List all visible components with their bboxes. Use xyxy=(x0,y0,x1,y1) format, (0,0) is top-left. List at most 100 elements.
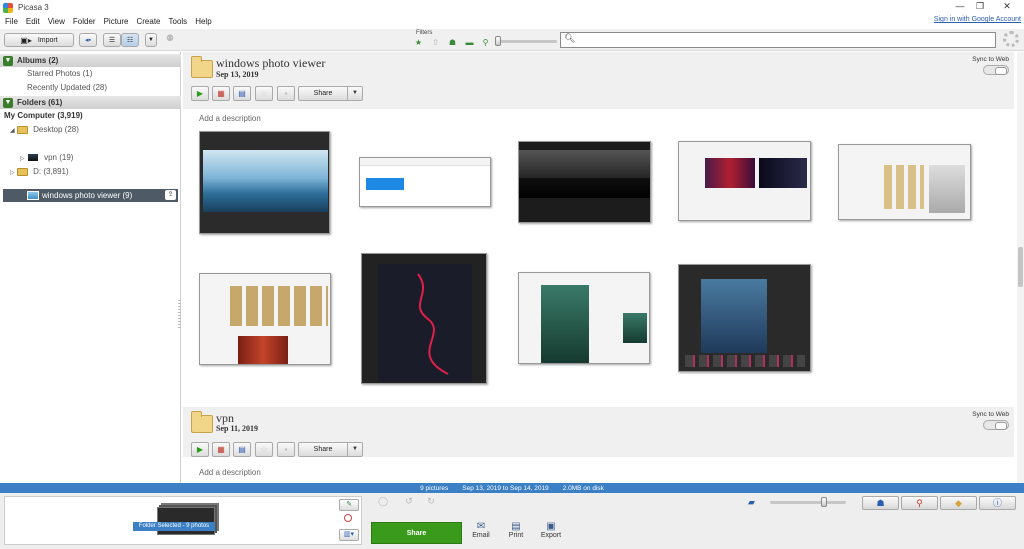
location-filter-icon[interactable]: ⚲ xyxy=(480,38,491,48)
loading-spinner-icon xyxy=(1003,31,1019,47)
status-range: Sep 13, 2019 to Sep 14, 2019 xyxy=(462,484,549,492)
photo-thumbnail[interactable] xyxy=(518,272,650,364)
print-icon: ▤ xyxy=(511,521,521,532)
places-panel-button[interactable]: ⚲ xyxy=(901,496,938,510)
detail-view-button[interactable]: ☷ xyxy=(121,33,139,47)
menu-folder[interactable]: Folder xyxy=(73,17,96,26)
starred-filter-icon[interactable]: ★ xyxy=(413,38,424,48)
photo-content xyxy=(884,165,924,209)
sign-in-link[interactable]: Sign in with Google Account xyxy=(934,16,1021,23)
view-dropdown-button[interactable]: ▼ xyxy=(145,33,157,47)
close-icon[interactable]: ✕ xyxy=(995,1,1019,12)
folder-title[interactable]: windows photo viewer xyxy=(216,56,325,71)
thumbnail-size-thumb[interactable] xyxy=(821,497,827,507)
share-dropdown-button[interactable]: ▼ xyxy=(348,442,363,457)
upload-button[interactable]: ◂▪ xyxy=(79,33,97,47)
tree-desktop[interactable]: ◢ Desktop (28) xyxy=(10,125,79,134)
list-view-button[interactable]: ☰ xyxy=(103,33,121,47)
rotate-right-icon[interactable]: ↻ xyxy=(422,496,440,510)
list-view-icon: ☰ xyxy=(108,37,116,44)
play-slideshow-button[interactable]: ▶ xyxy=(191,86,209,101)
panel-splitter[interactable] xyxy=(178,300,181,330)
save-button[interactable]: ▪ xyxy=(277,86,295,101)
photo-thumbnail[interactable] xyxy=(678,264,811,372)
play-slideshow-button[interactable]: ▶ xyxy=(191,442,209,457)
email-icon: ✉ xyxy=(476,521,486,532)
album-recently-updated[interactable]: Recently Updated (28) xyxy=(27,83,107,92)
photo-thumbnail[interactable] xyxy=(518,141,651,223)
scrollbar-thumb[interactable] xyxy=(1018,247,1023,287)
movie-button[interactable]: ▤ xyxy=(233,86,251,101)
expand-arrow-icon[interactable]: ▷ xyxy=(10,170,15,176)
tray-share-button[interactable]: Share xyxy=(371,522,462,544)
video-filter-icon[interactable]: ▬ xyxy=(464,38,475,48)
folder-icon xyxy=(191,411,213,433)
thumbnail-size-slider[interactable] xyxy=(770,501,846,504)
collage-button[interactable]: ▦ xyxy=(212,86,230,101)
email-button[interactable]: ✉ Email xyxy=(461,521,501,539)
collapse-icon[interactable]: ▼ xyxy=(3,55,13,66)
photo-thumbnail[interactable] xyxy=(361,253,487,384)
save-button[interactable]: ▪ xyxy=(277,442,295,457)
clear-icon[interactable] xyxy=(344,514,352,522)
albums-header[interactable]: ▼ Albums (2) xyxy=(0,54,181,67)
menu-picture[interactable]: Picture xyxy=(104,17,129,26)
share-dropdown-button[interactable]: ▼ xyxy=(348,86,363,101)
sync-to-web-toggle[interactable] xyxy=(983,420,1009,430)
photo-thumbnail[interactable] xyxy=(678,141,811,221)
hold-button[interactable]: ✎ xyxy=(339,499,359,511)
menu-create[interactable]: Create xyxy=(136,17,160,26)
album-icon: ▥▾ xyxy=(343,531,355,538)
tree-selected-row[interactable]: windows photo viewer (9) ⇪ xyxy=(3,189,178,202)
expand-arrow-icon[interactable]: ▷ xyxy=(20,156,25,162)
vertical-scrollbar[interactable] xyxy=(1017,52,1024,483)
menu-help[interactable]: Help xyxy=(195,17,211,26)
tree-my-computer[interactable]: My Computer (3,919) xyxy=(4,111,83,120)
add-description[interactable]: Add a description xyxy=(199,114,261,123)
photo-thumbnail[interactable] xyxy=(199,273,331,365)
people-icon[interactable]: ⚉ xyxy=(166,33,174,44)
expand-arrow-icon[interactable]: ◢ xyxy=(10,128,15,134)
photo-thumbnail[interactable] xyxy=(838,144,971,220)
date-slider-track[interactable] xyxy=(497,40,557,43)
photo-thumbnail[interactable] xyxy=(199,131,330,234)
print-button[interactable]: ▤ Print xyxy=(496,521,536,539)
collage-button[interactable]: ▦ xyxy=(212,442,230,457)
movie-button[interactable]: ▤ xyxy=(233,442,251,457)
menu-file[interactable]: File xyxy=(5,17,18,26)
star-button[interactable]: ☆ xyxy=(255,442,273,457)
star-button[interactable]: ☆ xyxy=(255,86,273,101)
upload-filter-icon[interactable]: ⇧ xyxy=(430,38,441,48)
share-button[interactable]: Share xyxy=(298,442,348,457)
album-add-button[interactable]: ▥▾ xyxy=(339,529,359,541)
share-button[interactable]: Share xyxy=(298,86,348,101)
camera-icon[interactable]: ◯ xyxy=(374,496,392,510)
rotate-left-icon[interactable]: ↺ xyxy=(400,496,418,510)
menu-view[interactable]: View xyxy=(48,17,65,26)
photo-content xyxy=(378,264,472,382)
tree-vpn[interactable]: ▷ vpn (19) xyxy=(20,153,74,163)
folders-header[interactable]: ▼ Folders (61) xyxy=(0,96,181,109)
tags-panel-button[interactable]: ◆ xyxy=(940,496,977,510)
search-box[interactable]: 🔍︎ xyxy=(560,32,996,48)
person-icon: ☗ xyxy=(876,498,885,508)
people-panel-button[interactable]: ☗ xyxy=(862,496,899,510)
tree-vpn-label: vpn (19) xyxy=(44,153,74,162)
sync-to-web-toggle[interactable] xyxy=(983,65,1009,75)
people-filter-icon[interactable]: ☗ xyxy=(447,38,458,48)
import-button[interactable]: ▣▸ Import xyxy=(4,33,74,47)
menu-tools[interactable]: Tools xyxy=(169,17,188,26)
add-description[interactable]: Add a description xyxy=(199,468,261,477)
album-starred[interactable]: Starred Photos (1) xyxy=(27,69,92,78)
tree-drive-d[interactable]: ▷ D: (3,891) xyxy=(10,167,69,176)
photo-content xyxy=(230,286,328,326)
export-button[interactable]: ▣ Export xyxy=(531,521,571,539)
import-label: Import xyxy=(37,36,58,44)
menu-edit[interactable]: Edit xyxy=(26,17,40,26)
maximize-icon[interactable]: ❐ xyxy=(968,1,992,12)
photo-thumbnail[interactable] xyxy=(359,157,491,207)
date-slider-thumb[interactable] xyxy=(495,36,501,46)
collapse-icon[interactable]: ▼ xyxy=(3,97,13,108)
upload-folder-icon[interactable]: ⇪ xyxy=(165,190,176,200)
properties-panel-button[interactable]: ⓘ xyxy=(979,496,1016,510)
